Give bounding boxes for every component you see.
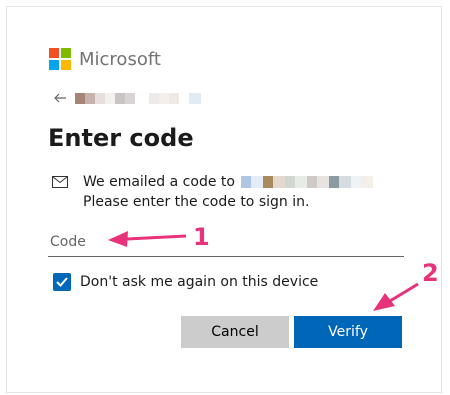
arrow-step2-icon [373, 282, 419, 311]
arrow-step1-icon [108, 231, 187, 247]
annotation-step2: 2 [422, 259, 439, 287]
annotation-step1: 1 [193, 223, 210, 251]
annotation-arrows [108, 231, 419, 311]
